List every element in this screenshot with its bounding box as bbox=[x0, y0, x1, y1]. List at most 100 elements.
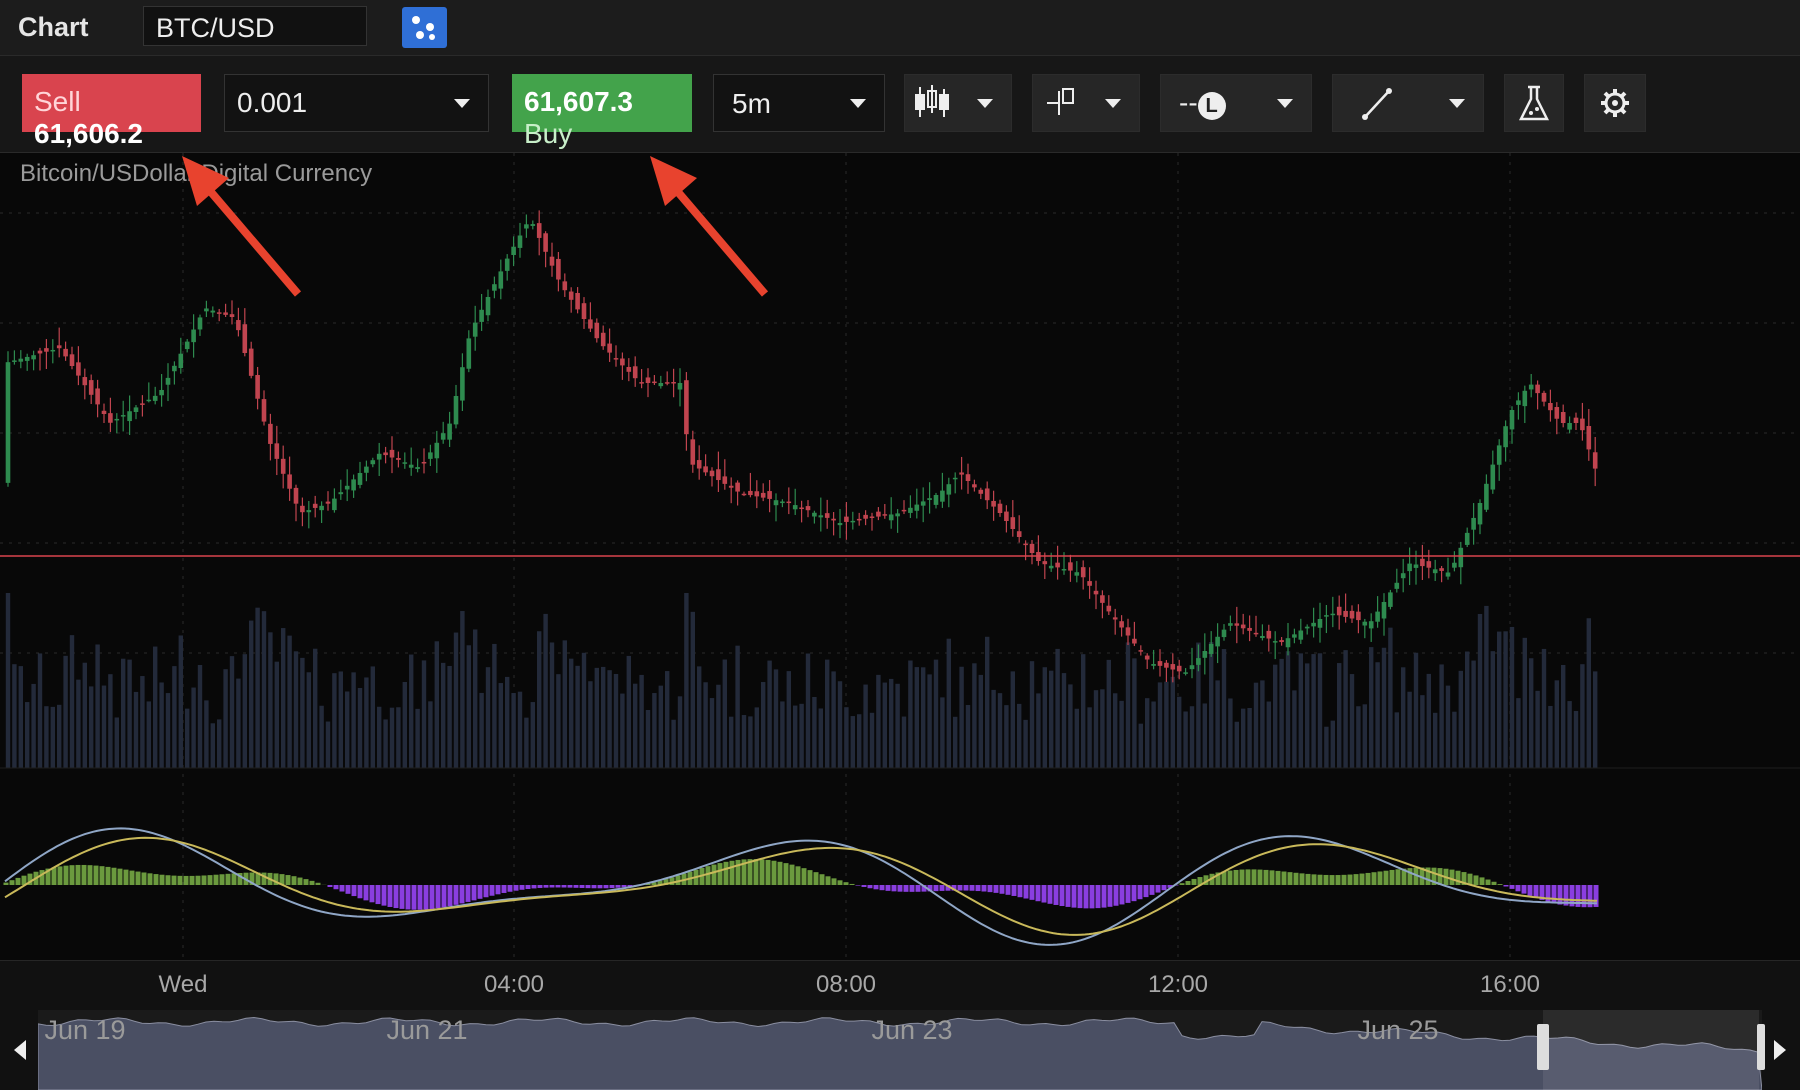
candle-body bbox=[255, 375, 260, 399]
candle-body bbox=[236, 320, 241, 331]
symbol-input[interactable]: BTC/USD bbox=[143, 6, 367, 46]
volume-bar bbox=[1356, 706, 1361, 768]
macd-bar bbox=[351, 885, 357, 897]
candle-body bbox=[504, 258, 510, 271]
compare-button[interactable] bbox=[402, 7, 447, 48]
macd-bar bbox=[1251, 869, 1257, 885]
volume-bar bbox=[805, 653, 811, 768]
volume-bar bbox=[1157, 682, 1163, 768]
sell-button[interactable]: Sell 61,606.2 bbox=[22, 74, 201, 149]
macd-bar bbox=[567, 885, 573, 888]
chevron-right-icon bbox=[1774, 1040, 1786, 1060]
volume-bar bbox=[159, 682, 164, 768]
candle-body bbox=[140, 403, 145, 405]
candle-body bbox=[1426, 561, 1432, 568]
macd-bar bbox=[1143, 885, 1149, 898]
macd-bar bbox=[105, 866, 111, 885]
chart-area[interactable] bbox=[0, 153, 1800, 960]
macd-bar bbox=[297, 877, 303, 885]
quantity-select[interactable]: 0.001 bbox=[224, 74, 489, 132]
candle-body bbox=[914, 504, 920, 511]
volume-bar bbox=[889, 678, 894, 768]
volume-bar bbox=[146, 701, 151, 768]
candle-body bbox=[37, 350, 43, 354]
compare-type-select[interactable] bbox=[1032, 74, 1140, 132]
volume-bar bbox=[620, 693, 625, 768]
macd-bar bbox=[909, 885, 915, 892]
volume-bar bbox=[1273, 664, 1278, 768]
macd-bar bbox=[93, 865, 99, 885]
candle-body bbox=[1055, 562, 1060, 568]
volume-bar bbox=[722, 659, 727, 768]
macd-bar bbox=[735, 859, 741, 885]
candle-body bbox=[658, 383, 664, 387]
candle-body bbox=[312, 503, 318, 508]
candle-body bbox=[799, 507, 804, 510]
candle-body bbox=[415, 467, 420, 469]
volume-bar bbox=[601, 666, 606, 768]
volume-bar bbox=[645, 710, 651, 768]
volume-bar bbox=[1324, 726, 1329, 768]
candle-body bbox=[1432, 569, 1438, 574]
volume-bar bbox=[409, 654, 414, 768]
candle-body bbox=[1516, 400, 1521, 405]
chevron-down-icon bbox=[850, 99, 866, 108]
interval-select[interactable]: 5m bbox=[713, 74, 885, 132]
buy-button[interactable]: 61,607.3 Buy bbox=[512, 74, 692, 149]
macd-bar bbox=[591, 885, 597, 889]
macd-bar bbox=[291, 876, 297, 885]
candle-body bbox=[1375, 611, 1380, 622]
candle-body bbox=[1132, 638, 1137, 644]
volume-bar bbox=[1503, 631, 1508, 768]
candle-body bbox=[120, 415, 126, 417]
candle-body bbox=[1548, 403, 1553, 411]
candle-body bbox=[703, 466, 708, 473]
candle-body bbox=[1349, 610, 1355, 619]
macd-bar bbox=[177, 875, 183, 885]
candle-body bbox=[639, 382, 644, 384]
navigator-scroll-left[interactable] bbox=[0, 1010, 38, 1090]
candle-body bbox=[69, 354, 75, 366]
candle-body bbox=[511, 246, 516, 255]
volume-bar bbox=[1023, 719, 1028, 768]
price-chart[interactable] bbox=[0, 153, 1800, 960]
line-style-select[interactable]: -- L bbox=[1160, 74, 1312, 132]
chevron-down-icon bbox=[977, 99, 993, 108]
macd-bar bbox=[1473, 875, 1479, 885]
macd-bar bbox=[1155, 885, 1161, 893]
macd-bar bbox=[327, 885, 333, 887]
volume-bar bbox=[281, 628, 286, 768]
candle-body bbox=[1554, 407, 1560, 419]
macd-bar bbox=[531, 885, 537, 889]
volume-bar bbox=[613, 673, 619, 768]
draw-tool-select[interactable] bbox=[1332, 74, 1484, 132]
macd-bar bbox=[195, 875, 201, 885]
volume-bar bbox=[863, 684, 868, 768]
macd-bar bbox=[1161, 885, 1167, 891]
candle-body bbox=[114, 418, 120, 421]
navigator-label: Jun 25 bbox=[1357, 1015, 1439, 1045]
candle-body bbox=[332, 498, 337, 511]
candle-body bbox=[1023, 543, 1028, 546]
volume-bar bbox=[255, 607, 260, 768]
candle-body bbox=[543, 233, 548, 252]
macd-bar bbox=[723, 861, 729, 885]
macd-bar bbox=[1383, 870, 1389, 885]
navigator-scroll-right[interactable] bbox=[1762, 1010, 1800, 1090]
macd-bar bbox=[399, 885, 405, 909]
settings-button[interactable] bbox=[1584, 74, 1646, 132]
navigator-handle-right[interactable] bbox=[1757, 1024, 1765, 1070]
volume-bar bbox=[1317, 653, 1323, 768]
range-navigator[interactable]: Jun 19 Jun 21 Jun 23 Jun 25 bbox=[0, 1010, 1800, 1090]
candle-body bbox=[780, 501, 785, 504]
macd-bar bbox=[993, 885, 999, 893]
navigator-handle-left[interactable] bbox=[1537, 1024, 1549, 1070]
volume-bar bbox=[530, 702, 535, 768]
studies-button[interactable] bbox=[1504, 74, 1564, 132]
macd-bar bbox=[417, 885, 423, 910]
chart-type-select[interactable] bbox=[904, 74, 1012, 132]
navigator-selection[interactable] bbox=[1543, 1010, 1759, 1090]
macd-bar bbox=[885, 885, 891, 891]
candle-body bbox=[1074, 572, 1080, 576]
candle-body bbox=[1176, 665, 1182, 672]
